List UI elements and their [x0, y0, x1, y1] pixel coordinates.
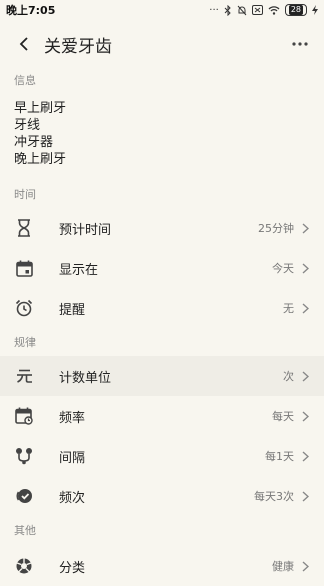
row-value: 每1天 [265, 450, 294, 463]
section-header-time: 时间 [14, 188, 36, 201]
battery-level: 28 [288, 5, 303, 15]
row-value: 次 [283, 370, 294, 383]
info-line: 晚上刷牙 [14, 152, 67, 167]
row-value: 25分钟 [258, 222, 294, 235]
row-interval[interactable]: 间隔 每1天 [0, 436, 324, 476]
chevron-right-icon [300, 302, 310, 314]
back-button[interactable] [10, 30, 38, 58]
more-options-button[interactable] [284, 30, 316, 58]
battery-indicator: 28 [284, 4, 307, 16]
row-value: 每天3次 [254, 490, 294, 503]
row-label: 计数单位 [59, 370, 112, 386]
section-header-info: 信息 [14, 74, 36, 87]
check-badge-icon [14, 486, 34, 506]
row-category[interactable]: 分类 健康 [0, 546, 324, 586]
row-label: 频率 [59, 410, 86, 426]
row-label: 频次 [59, 490, 86, 506]
calendar-icon [14, 258, 34, 278]
info-line: 早上刷牙 [14, 101, 67, 116]
section-header-rule: 规律 [14, 336, 36, 349]
row-label: 提醒 [59, 302, 86, 318]
info-line: 冲牙器 [14, 135, 54, 150]
chevron-right-icon [300, 450, 310, 462]
charging-icon [312, 5, 318, 15]
row-value: 健康 [272, 560, 294, 573]
chevron-right-icon [300, 222, 310, 234]
status-bar: 晚上7:05 ··· 28 [0, 0, 324, 20]
chevron-right-icon [300, 560, 310, 572]
alarm-clock-icon [14, 298, 34, 318]
row-label: 预计时间 [59, 222, 112, 238]
dots-icon: ··· [209, 4, 219, 16]
row-times[interactable]: 频次 每天3次 [0, 476, 324, 516]
row-reminder[interactable]: 提醒 无 [0, 288, 324, 328]
row-label: 显示在 [59, 262, 99, 278]
calendar-repeat-icon [14, 406, 34, 426]
more-dots-icon [292, 42, 308, 46]
row-label: 间隔 [59, 450, 86, 466]
mute-bell-icon [237, 5, 247, 15]
row-value: 每天 [272, 410, 294, 423]
page-title: 关爱牙齿 [44, 36, 112, 57]
chevron-right-icon [300, 490, 310, 502]
row-display-on[interactable]: 显示在 今天 [0, 248, 324, 288]
row-value: 今天 [272, 262, 294, 275]
hourglass-icon [14, 218, 34, 238]
sim-off-icon [251, 5, 263, 15]
row-value: 无 [283, 302, 294, 315]
chevron-right-icon [300, 370, 310, 382]
section-header-other: 其他 [14, 524, 36, 537]
app-bar: 关爱牙齿 [0, 20, 324, 68]
info-text-block[interactable]: 早上刷牙 牙线 冲牙器 晚上刷牙 [0, 88, 324, 168]
status-icons: ··· 28 [209, 4, 318, 16]
row-count-unit[interactable]: 计数单位 次 [0, 356, 324, 396]
row-estimated-time[interactable]: 预计时间 25分钟 [0, 208, 324, 248]
bluetooth-icon [224, 4, 231, 16]
row-frequency[interactable]: 频率 每天 [0, 396, 324, 436]
chevron-right-icon [300, 410, 310, 422]
status-time: 晚上7:05 [6, 4, 56, 17]
info-line: 牙线 [14, 118, 41, 133]
row-label: 分类 [59, 560, 86, 576]
back-arrow-icon [19, 37, 28, 51]
category-aperture-icon [14, 556, 34, 576]
yuan-unit-icon [14, 366, 34, 386]
wifi-icon [268, 6, 280, 15]
chevron-right-icon [300, 262, 310, 274]
interval-route-icon [14, 446, 34, 466]
